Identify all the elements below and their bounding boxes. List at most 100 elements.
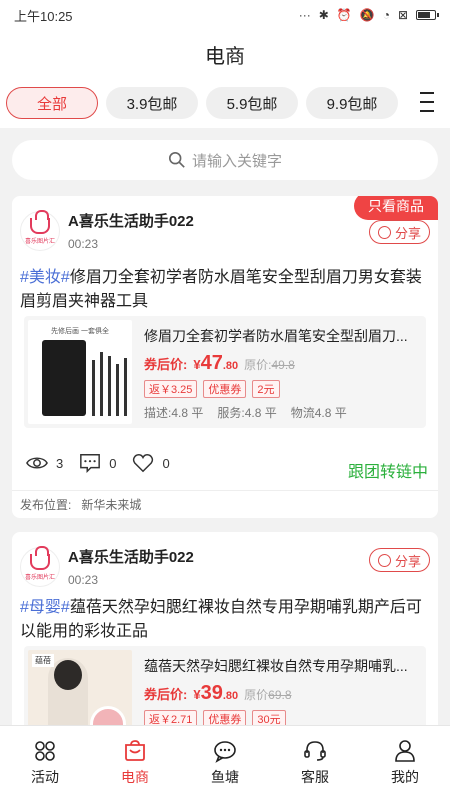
page-title: 电商 bbox=[205, 45, 245, 68]
price-label: 券后价: bbox=[144, 357, 188, 372]
tabbar-label: 我的 bbox=[391, 769, 419, 785]
share-button[interactable]: 分享 bbox=[368, 220, 430, 244]
price-row: 券后价: ¥47.80 原价:49.8 bbox=[144, 352, 295, 375]
product-name: 修眉刀全套初学者防水眉笔安全型刮眉刀... bbox=[144, 328, 408, 344]
search-input[interactable]: 请输入关键字 bbox=[12, 140, 438, 180]
shopping-bag-icon bbox=[30, 546, 50, 570]
sim-icon: ⊠ bbox=[397, 8, 408, 22]
share-icon bbox=[377, 553, 391, 567]
author-name[interactable]: A喜乐生活助手022 bbox=[68, 210, 194, 231]
status-bar: 上午10:25 ··· ✱ ⏰ 🔕 ◔ ⊠ bbox=[0, 0, 450, 30]
post-title[interactable]: #美妆#修眉刀全套初学者防水眉笔安全型刮眉刀男女套装眉剪眉夹神器工具 bbox=[20, 266, 430, 314]
menu-icon[interactable] bbox=[420, 92, 434, 112]
post-location: 发布位置: 新华未来城 bbox=[20, 496, 141, 513]
comment-icon bbox=[80, 454, 101, 474]
author-name[interactable]: A喜乐生活助手022 bbox=[68, 546, 194, 567]
tab-9-9[interactable]: 9.9包邮 bbox=[306, 87, 398, 119]
price-label: 券后价: bbox=[144, 687, 188, 702]
status-time: 上午10:25 bbox=[14, 8, 73, 24]
badges: 返￥3.25 优惠券 2元 bbox=[144, 380, 280, 398]
person-icon bbox=[395, 740, 415, 762]
tabbar-item-shop[interactable]: 电商 bbox=[90, 726, 180, 800]
share-label: 分享 bbox=[394, 225, 421, 241]
search-area: 请输入关键字 bbox=[0, 128, 450, 190]
tabbar-item-mine[interactable]: 我的 bbox=[360, 726, 450, 800]
tabbar-item-service[interactable]: 客服 bbox=[270, 726, 360, 800]
share-icon bbox=[377, 225, 391, 239]
location-label: 发布位置: bbox=[20, 498, 72, 512]
tabbar-label: 电商 bbox=[121, 769, 149, 785]
chat-icon bbox=[214, 741, 236, 763]
tabbar-label: 活动 bbox=[31, 769, 59, 785]
products-only-button[interactable]: 只看商品 bbox=[354, 196, 438, 220]
headset-icon bbox=[304, 741, 326, 761]
coupon-label: 优惠券 bbox=[203, 710, 247, 725]
tabbar-label: 鱼塘 bbox=[211, 769, 239, 785]
rebate-badge: 返￥3.25 bbox=[144, 380, 198, 398]
page-header: 电商 bbox=[0, 30, 450, 78]
heart-icon bbox=[133, 454, 154, 473]
filter-tabs: 全部 3.9包邮 5.9包邮 9.9包邮 bbox=[0, 78, 450, 128]
coupon-label: 优惠券 bbox=[203, 380, 247, 398]
tab-5-9[interactable]: 5.9包邮 bbox=[206, 87, 298, 119]
product-name: 蕴蓓天然孕妇腮红裸妆自然专用孕期哺乳... bbox=[144, 658, 408, 674]
price-value: ¥47.80 bbox=[193, 352, 239, 374]
product-card[interactable]: 蕴蓓 蕴蓓天然孕妇腮红裸妆自然专用孕期哺乳... 券后价: ¥39.80 原价6… bbox=[24, 646, 426, 725]
tab-3-9[interactable]: 3.9包邮 bbox=[106, 87, 198, 119]
product-card[interactable]: 先修后画 一套俱全 修眉刀全套初学者防水眉笔安全型刮眉刀... 券后价: ¥47… bbox=[24, 316, 426, 428]
like-button[interactable]: 0 bbox=[132, 452, 170, 474]
avatar-text: 喜乐图片汇 bbox=[24, 239, 55, 245]
product-image: 先修后画 一套俱全 bbox=[28, 320, 132, 424]
post-actions: 3 0 0 bbox=[26, 452, 170, 474]
original-price: 原价:49.8 bbox=[244, 358, 295, 372]
follow-status[interactable]: 跟团转链中 bbox=[348, 458, 428, 482]
post-card[interactable]: 只看商品 喜乐图片汇 A喜乐生活助手022 00:23 分享 #美妆#修眉刀全套… bbox=[12, 196, 438, 518]
score-logistics: 物流4.8 平 bbox=[290, 406, 347, 420]
product-image: 蕴蓓 bbox=[28, 650, 132, 725]
product-image-caption: 蕴蓓 bbox=[32, 654, 54, 667]
product-image-caption: 先修后画 一套俱全 bbox=[51, 328, 109, 335]
battery-icon bbox=[416, 10, 439, 20]
feed-list: 只看商品 喜乐图片汇 A喜乐生活助手022 00:23 分享 #美妆#修眉刀全套… bbox=[0, 190, 450, 725]
eye-icon bbox=[26, 457, 48, 469]
views-button[interactable]: 3 bbox=[26, 452, 63, 474]
post-title[interactable]: #母婴#蕴蓓天然孕妇腮红裸妆自然专用孕期哺乳期产后可以能用的彩妆正品 bbox=[20, 596, 430, 644]
price-row: 券后价: ¥39.80 原价69.8 bbox=[144, 682, 292, 705]
comment-button[interactable]: 0 bbox=[79, 452, 116, 474]
post-card[interactable]: 喜乐图片汇 A喜乐生活助手022 00:23 分享 #母婴#蕴蓓天然孕妇腮红裸妆… bbox=[12, 532, 438, 725]
location-value: 新华未来城 bbox=[81, 498, 142, 512]
divider bbox=[12, 490, 438, 491]
score-service: 服务:4.8 平 bbox=[217, 406, 277, 420]
alarm-icon: ⏰ bbox=[336, 8, 352, 22]
like-count: 0 bbox=[162, 455, 170, 471]
badges: 返￥2.71 优惠券 30元 bbox=[144, 710, 286, 725]
post-header: 喜乐图片汇 A喜乐生活助手022 00:23 bbox=[20, 546, 194, 587]
views-count: 3 bbox=[56, 455, 64, 471]
search-placeholder: 请输入关键字 bbox=[191, 152, 282, 170]
score-description: 描述:4.8 平 bbox=[144, 406, 204, 420]
post-header: 喜乐图片汇 A喜乐生活助手022 00:23 bbox=[20, 210, 194, 251]
dots-icon: ··· bbox=[298, 8, 311, 22]
search-icon bbox=[168, 151, 185, 168]
price-value: ¥39.80 bbox=[193, 682, 239, 704]
avatar[interactable]: 喜乐图片汇 bbox=[20, 210, 60, 251]
shopping-bag-icon bbox=[30, 210, 50, 234]
comment-count: 0 bbox=[109, 455, 117, 471]
wifi-icon: ◔ bbox=[382, 8, 390, 22]
tabbar-item-pond[interactable]: 鱼塘 bbox=[180, 726, 270, 800]
avatar[interactable]: 喜乐图片汇 bbox=[20, 546, 60, 587]
tabbar-item-activity[interactable]: 活动 bbox=[0, 726, 90, 800]
rebate-badge: 返￥2.71 bbox=[144, 710, 198, 725]
bottom-tab-bar: 活动 电商 鱼塘 客服 我的 bbox=[0, 725, 450, 800]
post-time: 00:23 bbox=[68, 237, 99, 251]
share-button[interactable]: 分享 bbox=[368, 548, 430, 572]
post-title-text: 修眉刀全套初学者防水眉笔安全型刮眉刀男女套装眉剪眉夹神器工具 bbox=[20, 269, 422, 310]
tabbar-label: 客服 bbox=[301, 769, 329, 785]
post-tag[interactable]: #母婴# bbox=[20, 599, 70, 616]
grid-icon bbox=[35, 741, 55, 761]
tab-all[interactable]: 全部 bbox=[6, 87, 98, 119]
avatar-text: 喜乐图片汇 bbox=[24, 575, 55, 581]
shop-icon bbox=[125, 740, 145, 761]
post-tag[interactable]: #美妆# bbox=[20, 269, 70, 286]
post-title-text: 蕴蓓天然孕妇腮红裸妆自然专用孕期哺乳期产后可以能用的彩妆正品 bbox=[20, 599, 422, 640]
